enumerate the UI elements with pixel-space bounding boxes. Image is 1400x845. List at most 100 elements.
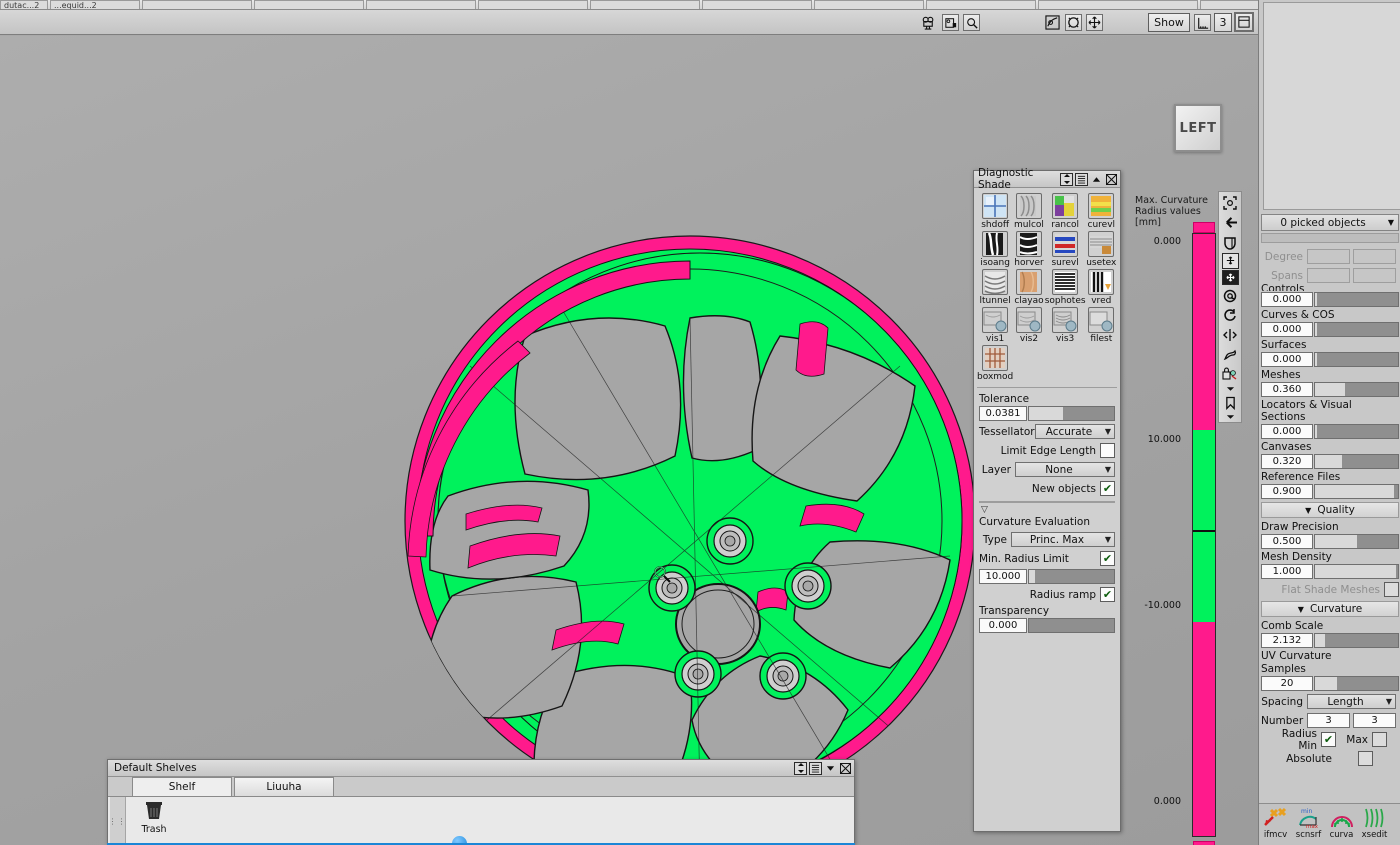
layer-dropdown[interactable]: None ▼ [1015, 462, 1115, 477]
surfaces-slider[interactable]: 0.000 [1261, 352, 1399, 367]
dropdown-button[interactable] [824, 762, 837, 775]
menu-item-2[interactable] [142, 0, 252, 9]
min-radius-track[interactable] [1028, 569, 1115, 584]
flat-shade-meshes-row[interactable]: Flat Shade Meshes ✔ [1261, 581, 1399, 598]
resize-vertical-button[interactable] [794, 762, 807, 775]
canvases-value[interactable]: 0.320 [1261, 454, 1313, 469]
min-radius-limit-checkbox[interactable]: ✔ [1100, 551, 1115, 566]
samples-slider[interactable]: 20 [1261, 676, 1399, 691]
reference-files-value[interactable]: 0.900 [1261, 484, 1313, 499]
menu-item-0[interactable]: dutac...2 [0, 0, 48, 9]
tool-vis3[interactable]: vis3 [1045, 307, 1086, 344]
transform-icon[interactable] [1222, 253, 1239, 269]
mesh-density-track[interactable] [1314, 564, 1399, 579]
tool-mulcol[interactable]: mulcol [1013, 193, 1044, 230]
image-plane-icon[interactable] [942, 14, 959, 31]
radius-min-checkbox[interactable]: ✔ [1321, 732, 1336, 747]
transparency-value[interactable]: 0.000 [979, 618, 1027, 633]
spans-field-v[interactable] [1353, 268, 1396, 283]
tool-curva[interactable]: curva [1325, 806, 1358, 840]
locators-value[interactable]: 0.000 [1261, 424, 1313, 439]
tessellator-row[interactable]: Tessellator Accurate ▼ [979, 423, 1115, 440]
tab-liuuha[interactable]: Liuuha [234, 777, 334, 796]
control-panel-scroll[interactable]: Degree Spans Controls 0.000 Curves & COS… [1259, 248, 1400, 803]
shelf-item-trash[interactable]: Trash [132, 799, 176, 835]
surfaces-track[interactable] [1314, 352, 1399, 367]
menu-item-1[interactable]: ...equid...2 [50, 0, 140, 9]
degree-field-u[interactable] [1307, 249, 1350, 264]
curves-cos-slider[interactable]: 0.000 [1261, 322, 1399, 337]
tool-xsedit[interactable]: xsedit [1358, 806, 1391, 840]
collapse-button[interactable] [1090, 173, 1103, 186]
at-icon[interactable] [1220, 286, 1240, 305]
zoom-icon[interactable] [963, 14, 980, 31]
tessellator-dropdown[interactable]: Accurate ▼ [1035, 424, 1115, 439]
type-row[interactable]: Type Princ. Max ▼ [979, 531, 1115, 548]
min-radius-limit-row[interactable]: Min. Radius Limit ✔ [979, 550, 1115, 567]
tool-rancol[interactable]: rancol [1045, 193, 1086, 230]
quality-section-header[interactable]: ▼ Quality [1261, 502, 1399, 518]
tool-filest[interactable]: filest [1086, 307, 1117, 344]
ruler-icon[interactable] [1194, 14, 1211, 31]
mirror-icon[interactable] [1220, 326, 1240, 345]
samples-track[interactable] [1314, 676, 1399, 691]
min-radius-value[interactable]: 10.000 [979, 569, 1027, 584]
radius-ramp-row[interactable]: Radius ramp ✔ [979, 586, 1115, 603]
samples-value[interactable]: 20 [1261, 676, 1313, 691]
view-cube-left[interactable]: LEFT [1174, 104, 1222, 152]
tool-clayao[interactable]: clayao [1013, 269, 1044, 306]
tool-ltunnel[interactable]: ltunnel [977, 269, 1013, 306]
type-dropdown[interactable]: Princ. Max ▼ [1011, 532, 1115, 547]
canvases-slider[interactable]: 0.320 [1261, 454, 1399, 469]
scroll-down-arrow-icon[interactable] [1220, 385, 1240, 393]
menu-item-6[interactable] [590, 0, 700, 9]
picked-objects-dropdown[interactable]: 0 picked objects ▼ [1261, 214, 1399, 231]
tool-vis2[interactable]: vis2 [1013, 307, 1044, 344]
comb-scale-track[interactable] [1314, 633, 1399, 648]
tolerance-slider[interactable]: 0.0381 [979, 406, 1115, 421]
scroll-down-arrow-icon-2[interactable] [1220, 413, 1240, 421]
menu-item-9[interactable] [926, 0, 1036, 9]
tool-boxmod[interactable]: boxmod [977, 345, 1013, 382]
camera-icon[interactable] [920, 14, 937, 31]
radius-min-max-row[interactable]: Radius Min ✔ Max ✔ [1261, 731, 1399, 748]
tool-horver[interactable]: horver [1013, 231, 1044, 268]
controls-slider[interactable]: 0.000 [1261, 292, 1399, 307]
rotate-icon[interactable] [1220, 306, 1240, 325]
curvature-section-header[interactable]: ▼ Curvature [1261, 601, 1399, 617]
shelf-content-area[interactable]: ⋮⋮ Trash [108, 796, 854, 844]
limit-edge-length-row[interactable]: Limit Edge Length ✔ [979, 442, 1115, 459]
menu-item-8[interactable] [814, 0, 924, 9]
flat-shade-meshes-checkbox[interactable]: ✔ [1384, 582, 1399, 597]
locators-track[interactable] [1314, 424, 1399, 439]
mesh-density-value[interactable]: 1.000 [1261, 564, 1313, 579]
tool-usetex[interactable]: usetex [1086, 231, 1117, 268]
spacing-dropdown[interactable]: Length ▼ [1307, 694, 1396, 709]
render-region-icon[interactable] [1044, 14, 1061, 31]
tool-surevl[interactable]: surevl [1045, 231, 1086, 268]
layout-window-icon[interactable] [1234, 12, 1254, 32]
menu-item-7[interactable] [702, 0, 812, 9]
menu-button[interactable] [809, 762, 822, 775]
tab-shelf[interactable]: Shelf [132, 777, 232, 796]
move-icon[interactable] [1086, 14, 1103, 31]
menu-item-10[interactable] [1038, 0, 1198, 9]
reference-files-slider[interactable]: 0.900 [1261, 484, 1399, 499]
radius-max-checkbox[interactable]: ✔ [1372, 732, 1387, 747]
tool-scnsrf[interactable]: minmax scnsrf [1292, 806, 1325, 840]
curves-cos-track[interactable] [1314, 322, 1399, 337]
min-radius-slider[interactable]: 10.000 [979, 569, 1115, 584]
mesh-density-slider[interactable]: 1.000 [1261, 564, 1399, 579]
lock-icon[interactable] [1220, 365, 1240, 384]
move-all-icon[interactable] [1222, 270, 1239, 286]
tolerance-track[interactable] [1028, 406, 1115, 421]
transparency-track[interactable] [1028, 618, 1115, 633]
surfaces-value[interactable]: 0.000 [1261, 352, 1313, 367]
canvases-track[interactable] [1314, 454, 1399, 469]
controls-value[interactable]: 0.000 [1261, 292, 1313, 307]
undo-arrow-icon[interactable] [1220, 214, 1240, 233]
meshes-track[interactable] [1314, 382, 1399, 397]
tool-ifmcv[interactable]: ifmcv [1259, 806, 1292, 840]
pick-nothing-icon[interactable] [1220, 194, 1240, 213]
reference-files-track[interactable] [1314, 484, 1399, 499]
